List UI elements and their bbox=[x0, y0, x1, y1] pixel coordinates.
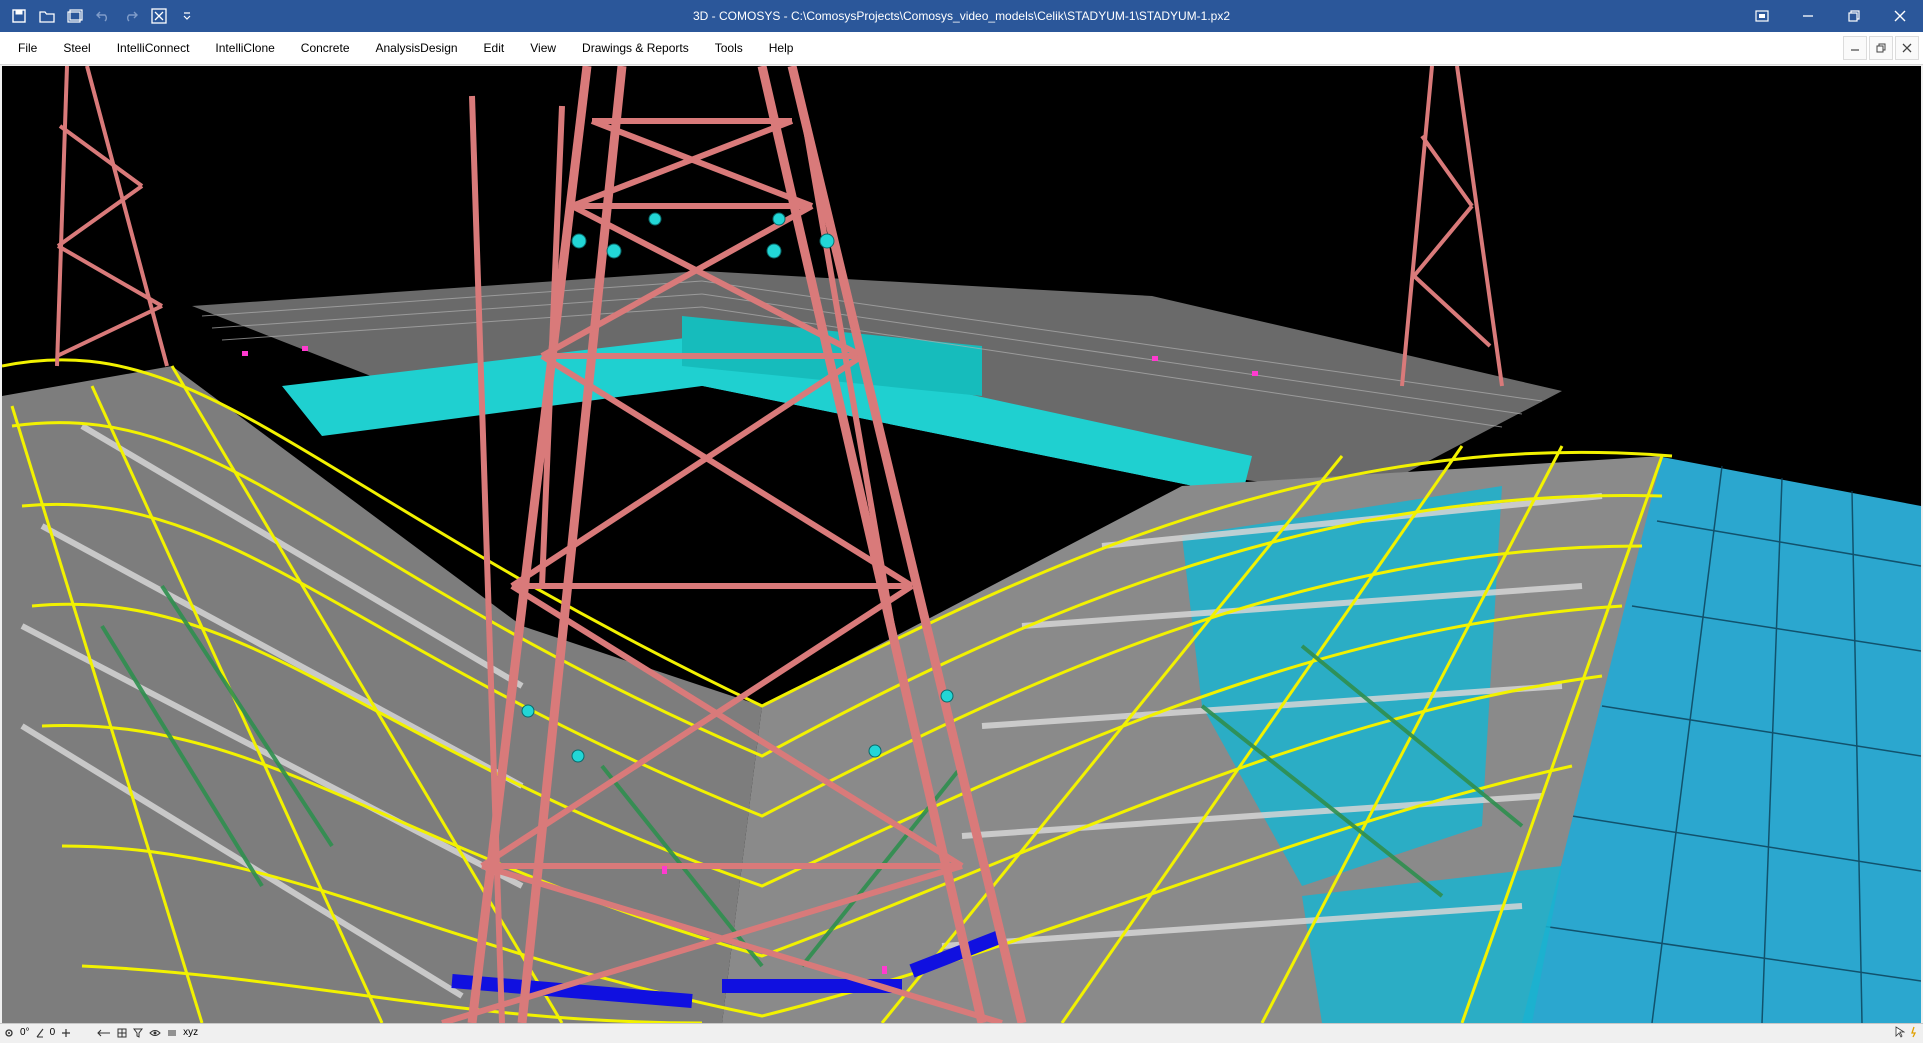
undo-button[interactable] bbox=[92, 5, 114, 27]
customize-qat-button[interactable] bbox=[176, 5, 198, 27]
move-icon[interactable] bbox=[97, 1025, 111, 1041]
doc-close-button[interactable] bbox=[1895, 36, 1919, 60]
angle-icon bbox=[36, 1028, 44, 1038]
menu-help[interactable]: Help bbox=[756, 32, 807, 64]
ortho-icon bbox=[62, 1028, 71, 1037]
layout-icon bbox=[1755, 10, 1769, 22]
menu-edit[interactable]: Edit bbox=[471, 32, 518, 64]
angle-readout-1: 0° bbox=[20, 1027, 30, 1038]
minimize-button[interactable] bbox=[1785, 0, 1831, 32]
stadium-model-render bbox=[2, 66, 1921, 1023]
menu-concrete[interactable]: Concrete bbox=[288, 32, 363, 64]
window-controls bbox=[1739, 0, 1923, 32]
save-all-button[interactable] bbox=[64, 5, 86, 27]
zoom-extents-icon bbox=[151, 8, 167, 24]
restore-icon bbox=[1848, 10, 1860, 22]
chevron-down-icon bbox=[183, 12, 191, 20]
status-right-icons bbox=[1895, 1025, 1919, 1043]
layers-icon bbox=[168, 1030, 177, 1035]
save-button[interactable] bbox=[8, 5, 30, 27]
restore-icon bbox=[1876, 43, 1886, 53]
restore-layout-button[interactable] bbox=[1739, 0, 1785, 32]
grid-icon bbox=[117, 1028, 127, 1037]
eye-icon bbox=[149, 1029, 161, 1036]
ortho-icon[interactable] bbox=[61, 1025, 71, 1041]
undo-icon bbox=[96, 11, 107, 22]
menu-intelliconnect[interactable]: IntelliConnect bbox=[104, 32, 203, 64]
minimize-icon bbox=[1803, 15, 1813, 17]
layers-icon[interactable] bbox=[167, 1025, 177, 1041]
menu-file[interactable]: File bbox=[0, 32, 50, 64]
doc-restore-button[interactable] bbox=[1869, 36, 1893, 60]
snap-icon[interactable] bbox=[4, 1025, 14, 1041]
gear-icon bbox=[5, 1028, 13, 1037]
status-bar: 0° 0 xyz bbox=[0, 1023, 1923, 1041]
window-title: 3D - COMOSYS - C:\ComosysProjects\Comosy… bbox=[692, 9, 1231, 23]
folder-icon bbox=[39, 11, 55, 23]
filter-icon bbox=[133, 1028, 144, 1038]
redo-button[interactable] bbox=[120, 5, 142, 27]
title-bar: 3D - COMOSYS - C:\ComosysProjects\Comosy… bbox=[0, 0, 1923, 32]
menu-intelliclone[interactable]: IntelliClone bbox=[202, 32, 287, 64]
open-button[interactable] bbox=[36, 5, 58, 27]
menu-view[interactable]: View bbox=[517, 32, 569, 64]
menu-drawings-reports[interactable]: Drawings & Reports bbox=[569, 32, 702, 64]
close-icon bbox=[1902, 43, 1912, 53]
save-all-icon bbox=[67, 9, 83, 23]
document-window-controls bbox=[1843, 36, 1919, 60]
3d-viewport[interactable] bbox=[2, 66, 1921, 1023]
menu-steel[interactable]: Steel bbox=[50, 32, 103, 64]
save-icon bbox=[12, 9, 26, 23]
angle-icon[interactable] bbox=[36, 1025, 44, 1041]
move-icon bbox=[97, 1029, 111, 1036]
visibility-icon[interactable] bbox=[149, 1025, 161, 1041]
doc-minimize-button[interactable] bbox=[1843, 36, 1867, 60]
minimize-icon bbox=[1851, 49, 1859, 51]
axis-label[interactable]: xyz bbox=[183, 1027, 198, 1038]
angle-readout-2: 0 bbox=[49, 1027, 56, 1038]
menu-tools[interactable]: Tools bbox=[702, 32, 756, 64]
menu-bar: File Steel IntelliConnect IntelliClone C… bbox=[0, 32, 1923, 65]
maximize-button[interactable] bbox=[1831, 0, 1877, 32]
select-cursor-icon[interactable] bbox=[1895, 1025, 1906, 1043]
power-icon[interactable] bbox=[1909, 1025, 1919, 1043]
close-button[interactable] bbox=[1877, 0, 1923, 32]
close-icon bbox=[1894, 10, 1906, 22]
grid-icon[interactable] bbox=[117, 1025, 127, 1041]
filter-icon[interactable] bbox=[133, 1025, 144, 1041]
menu-analysisdesign[interactable]: AnalysisDesign bbox=[363, 32, 471, 64]
redo-icon bbox=[127, 11, 138, 22]
zoom-extents-button[interactable] bbox=[148, 5, 170, 27]
quick-access-toolbar bbox=[0, 0, 198, 32]
